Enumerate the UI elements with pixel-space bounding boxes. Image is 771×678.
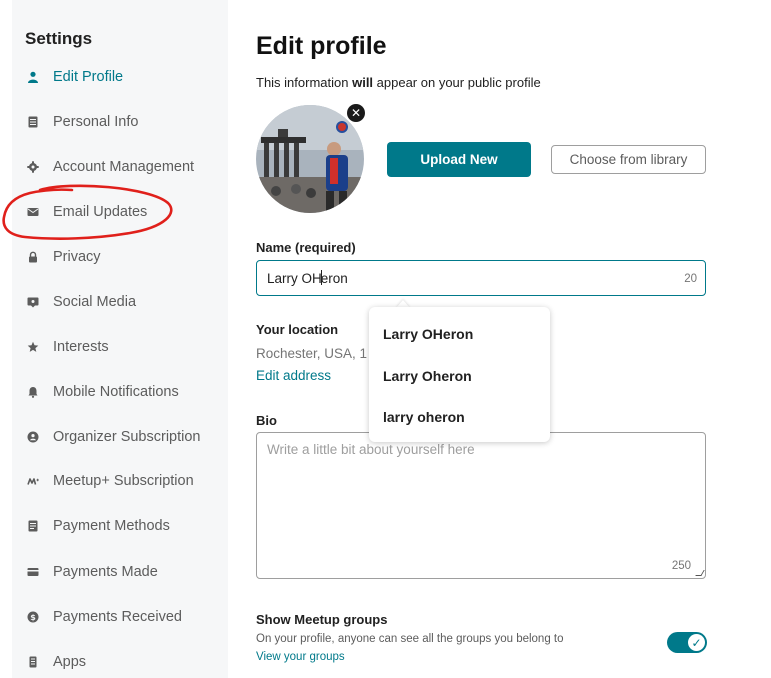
sidebar-item-label: Organizer Subscription	[53, 429, 201, 445]
sidebar-item-personal-info[interactable]: Personal Info	[12, 107, 228, 137]
location-value: Rochester, USA, 1	[256, 346, 368, 361]
name-char-count: 20	[684, 273, 697, 285]
sidebar-item-label: Meetup+ Subscription	[53, 473, 194, 489]
sidebar-item-payment-methods[interactable]: Payment Methods	[12, 511, 228, 541]
name-value: Larry OHeron	[267, 270, 348, 286]
sidebar-item-meetup-plus-subscription[interactable]: Meetup+ Subscription	[12, 466, 228, 496]
page-title: Edit profile	[256, 32, 387, 60]
sidebar-item-payments-received[interactable]: $ Payments Received	[12, 602, 228, 632]
bio-textarea[interactable]: Write a little bit about yourself here 2…	[256, 432, 706, 579]
name-label: Name (required)	[256, 240, 356, 255]
bio-label: Bio	[256, 413, 277, 428]
sidebar-item-label: Account Management	[53, 159, 195, 175]
bell-icon	[26, 385, 40, 399]
dollar-icon: $	[26, 610, 40, 624]
credit-card-icon	[26, 565, 40, 579]
page-subtitle: This information will appear on your pub…	[256, 75, 541, 90]
sidebar-item-label: Interests	[53, 339, 109, 355]
name-input[interactable]: Larry OHeron 20	[256, 260, 706, 296]
resize-handle-icon[interactable]	[695, 570, 705, 576]
gear-icon	[26, 160, 40, 174]
sidebar-item-label: Personal Info	[53, 114, 139, 130]
chat-icon	[26, 295, 40, 309]
sidebar-item-label: Apps	[53, 654, 87, 670]
svg-text:$: $	[30, 613, 36, 622]
sidebar-item-privacy[interactable]: Privacy	[12, 242, 228, 272]
card-list-icon	[26, 519, 40, 533]
edit-address-link[interactable]: Edit address	[256, 368, 331, 383]
document-icon	[26, 115, 40, 129]
sidebar-item-label: Payment Methods	[53, 518, 170, 534]
sidebar-item-label: Edit Profile	[53, 69, 124, 85]
badge-icon	[26, 430, 40, 444]
check-icon: ✓	[688, 634, 705, 651]
sidebar-item-label: Privacy	[53, 249, 101, 265]
sidebar-title: Settings	[25, 29, 93, 48]
view-your-groups-link[interactable]: View your groups	[256, 651, 345, 663]
phone-icon	[26, 655, 40, 669]
sidebar-item-mobile-notifications[interactable]: Mobile Notifications	[12, 377, 228, 407]
sidebar-item-payments-made[interactable]: Payments Made	[12, 557, 228, 587]
autocomplete-option[interactable]: Larry OHeron	[383, 326, 473, 342]
location-label: Your location	[256, 322, 339, 337]
envelope-icon	[26, 205, 40, 219]
sidebar-item-interests[interactable]: Interests	[12, 332, 228, 362]
remove-photo-icon[interactable]: ✕	[347, 104, 365, 122]
lock-icon	[26, 250, 40, 264]
sidebar-item-edit-profile[interactable]: Edit Profile	[12, 62, 228, 92]
name-autocomplete-dropdown: Larry OHeron Larry Oheron larry oheron	[369, 307, 550, 442]
sidebar-item-label: Mobile Notifications	[53, 384, 179, 400]
autocomplete-option[interactable]: Larry Oheron	[383, 368, 472, 384]
sidebar-item-apps[interactable]: Apps	[12, 647, 228, 677]
sidebar-item-label: Social Media	[53, 294, 137, 310]
meetup-icon	[26, 474, 40, 488]
show-groups-description: On your profile, anyone can see all the …	[256, 633, 564, 645]
sidebar-item-account-management[interactable]: Account Management	[12, 152, 228, 182]
bio-char-count: 250	[671, 560, 691, 572]
bio-placeholder: Write a little bit about yourself here	[267, 442, 475, 457]
sidebar-item-label: Payments Received	[53, 609, 182, 625]
star-icon	[26, 340, 40, 354]
sidebar-item-label: Payments Made	[53, 564, 158, 580]
show-groups-toggle[interactable]: ✓	[667, 632, 707, 653]
sidebar-item-social-media[interactable]: Social Media	[12, 287, 228, 317]
autocomplete-option[interactable]: larry oheron	[383, 409, 465, 425]
sidebar-item-organizer-subscription[interactable]: Organizer Subscription	[12, 422, 228, 452]
settings-sidebar: Settings Edit Profile Personal Info Acco…	[12, 0, 228, 678]
choose-from-library-button[interactable]: Choose from library	[551, 145, 706, 174]
upload-new-button[interactable]: Upload New	[387, 142, 531, 177]
profile-avatar[interactable]	[256, 105, 364, 213]
sidebar-item-label: Email Updates	[53, 204, 148, 220]
sidebar-item-email-updates[interactable]: Email Updates	[12, 197, 228, 227]
show-groups-title: Show Meetup groups	[256, 612, 388, 627]
person-icon	[26, 70, 40, 84]
